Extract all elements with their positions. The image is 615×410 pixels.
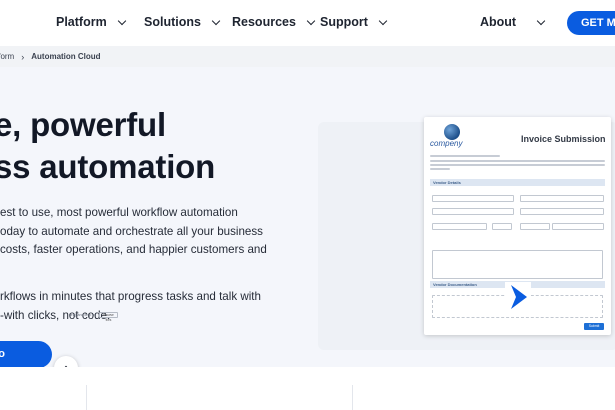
form-field [492,223,512,230]
nav-solutions[interactable]: Solutions [144,15,221,29]
form-intro-line [430,164,605,166]
form-field [520,223,550,230]
nav-resources[interactable]: Resources [232,15,316,29]
section-header-label: Vendor Documentation [433,282,477,287]
hero-description-line: est to use, most powerful workflow autom… [0,206,238,219]
form-intro-line [430,155,500,157]
nav-solutions-label: Solutions [144,15,201,29]
breadcrumb: tform › Automation Cloud [0,46,615,67]
nav-platform[interactable]: Platform [56,15,126,29]
company-logo-icon [444,124,460,140]
form-intro-line [430,160,605,162]
form-field [552,223,604,230]
hero-subdescription-line: rkflows in minutes that progress tasks a… [0,290,261,303]
nav-about-label: About [480,15,517,29]
upload-hint: Drag and drop or [69,313,96,317]
hero-subdescription: rkflows in minutes that progress tasks a… [0,288,261,325]
chevron-down-icon [211,16,221,25]
top-nav: Platform Solutions Resources Support Abo… [0,0,615,46]
nav-resources-label: Resources [232,15,296,29]
hero-title-line2: ss automation [0,148,216,185]
section-header-vendor-details: Vendor Details [430,179,605,186]
nav-support-label: Support [320,15,368,29]
section-divider [86,385,87,410]
get-demo-button[interactable]: GET MY D [567,11,615,35]
arrow-right-icon [505,282,531,312]
section-divider [352,385,353,410]
form-field [432,208,514,215]
form-field [432,223,487,230]
upload-browse-button: Browse files [99,312,118,322]
below-hero-section [0,367,615,410]
form-field [520,195,604,202]
form-field [520,208,604,215]
page: Platform Solutions Resources Support Abo… [0,0,615,410]
hero-subdescription-line: -with clicks, not code. [0,308,111,322]
hero-title-line1: e, powerful [0,106,166,143]
form-textarea [432,250,603,279]
form-title: Invoice Submission [521,134,606,144]
nav-platform-label: Platform [56,15,107,29]
hero-description: est to use, most powerful workflow autom… [0,204,267,260]
chevron-right-icon: › [21,51,25,62]
chevron-down-icon [306,16,316,25]
form-intro-line [430,168,450,170]
form-field [432,195,514,202]
section-header-label: Vendor Details [433,180,461,185]
submit-button-illustration: Submit [584,323,604,330]
nav-support[interactable]: Support [320,15,388,29]
company-logo-text: compeny [430,139,463,148]
hero-description-line: costs, faster operations, and happier cu… [0,243,267,256]
breadcrumb-parent-link[interactable]: tform [0,52,14,61]
hero-description-line: oday to automate and orchestrate all you… [0,224,263,238]
breadcrumb-current: Automation Cloud [31,52,101,61]
chevron-down-icon [117,16,126,25]
chevron-down-icon [536,16,546,25]
hero-section: e, powerful ss automation est to use, mo… [0,67,615,404]
chevron-down-icon [378,16,388,25]
hero-cta-button[interactable]: o [0,341,52,368]
nav-about[interactable]: About [480,15,546,29]
